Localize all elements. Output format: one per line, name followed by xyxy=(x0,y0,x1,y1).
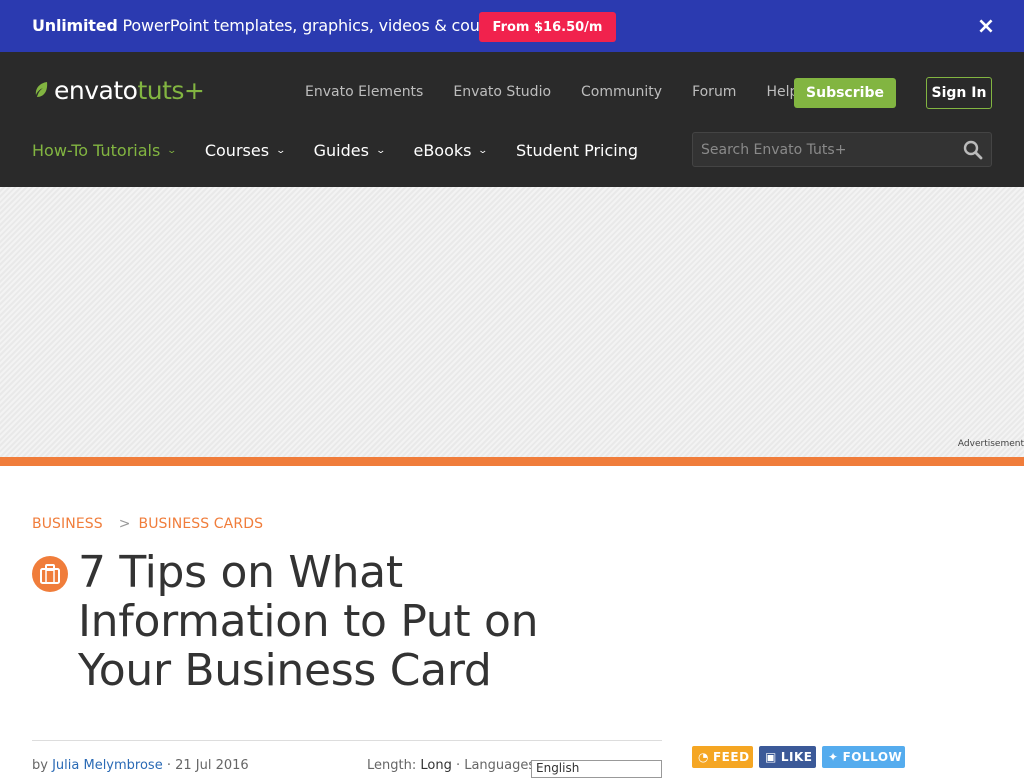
promo-body: PowerPoint templates, graphics, videos &… xyxy=(117,16,519,35)
byline-prefix: by xyxy=(32,758,53,773)
site-header: envato tuts+ Envato Elements Envato Stud… xyxy=(0,52,1024,187)
nav-label: eBooks xyxy=(413,141,472,160)
follow-button[interactable]: ✦ FOLLOW xyxy=(822,746,905,768)
language-selected: English xyxy=(536,761,580,775)
breadcrumb: BUSINESS > BUSINESS CARDS xyxy=(32,516,263,532)
search-box xyxy=(692,132,992,167)
twitter-icon: ✦ xyxy=(828,750,839,764)
envato-tuts-logo[interactable]: envato tuts+ xyxy=(32,74,205,106)
feed-label: FEED xyxy=(712,750,750,764)
nav-label: Courses xyxy=(204,141,270,160)
category-color-bar xyxy=(0,457,1024,466)
subscribe-button[interactable]: Subscribe xyxy=(794,78,896,108)
language-select[interactable]: English xyxy=(531,760,662,778)
nav-how-to-tutorials[interactable]: How-To Tutorials ⌄ xyxy=(32,141,178,160)
nav-guides[interactable]: Guides ⌄ xyxy=(313,141,386,160)
search-icon[interactable] xyxy=(963,140,983,160)
length-label: Length: xyxy=(367,758,421,773)
byline: by Julia Melymbrose · 21 Jul 2016 xyxy=(32,758,249,773)
advertisement-area: Advertisement xyxy=(0,187,1024,457)
author-link[interactable]: Julia Melymbrose xyxy=(52,758,163,773)
chevron-down-icon: ⌄ xyxy=(275,145,287,156)
leaf-icon xyxy=(35,82,48,97)
sign-in-button[interactable]: Sign In xyxy=(926,77,992,109)
nav-courses[interactable]: Courses ⌄ xyxy=(204,141,287,160)
top-link-envato-elements[interactable]: Envato Elements xyxy=(305,84,423,100)
top-link-forum[interactable]: Forum xyxy=(692,84,736,100)
breadcrumb-business-cards[interactable]: BUSINESS CARDS xyxy=(139,516,264,532)
close-icon[interactable]: × xyxy=(975,16,997,38)
nav-ebooks[interactable]: eBooks ⌄ xyxy=(413,141,489,160)
promo-text: Unlimited PowerPoint templates, graphics… xyxy=(32,16,518,35)
breadcrumb-business[interactable]: BUSINESS xyxy=(32,516,103,532)
languages-label: · Languages: xyxy=(451,758,540,773)
main-nav: How-To Tutorials ⌄ Courses ⌄ Guides ⌄ eBook… xyxy=(32,141,667,160)
follow-label: FOLLOW xyxy=(842,750,903,764)
nav-label: How-To Tutorials xyxy=(32,141,161,160)
nav-label: Guides xyxy=(313,141,369,160)
nav-student-pricing[interactable]: Student Pricing xyxy=(516,141,638,160)
feed-button[interactable]: ◔ FEED xyxy=(692,746,753,768)
chevron-down-icon: ⌄ xyxy=(375,145,386,156)
top-link-community[interactable]: Community xyxy=(581,84,662,100)
article-length: Length: Long · Languages: xyxy=(367,758,540,773)
publish-date: · 21 Jul 2016 xyxy=(162,758,249,773)
briefcase-icon xyxy=(32,556,68,592)
facebook-icon: ▣ xyxy=(765,750,777,764)
search-input[interactable] xyxy=(701,139,951,161)
logo-envato-text: envato xyxy=(54,75,138,105)
nav-label: Student Pricing xyxy=(516,141,639,160)
chevron-down-icon: ⌄ xyxy=(166,145,178,156)
article-title: 7 Tips on What Information to Put on You… xyxy=(78,547,539,696)
breadcrumb-separator: > xyxy=(118,516,131,532)
rss-icon: ◔ xyxy=(698,750,709,764)
top-link-envato-studio[interactable]: Envato Studio xyxy=(453,84,551,100)
divider xyxy=(32,740,662,741)
top-links: Envato Elements Envato Studio Community … xyxy=(305,84,828,100)
advertisement-label: Advertisement xyxy=(957,439,1024,449)
like-button[interactable]: ▣ LIKE xyxy=(759,746,816,768)
promo-banner: Unlimited PowerPoint templates, graphics… xyxy=(0,0,1024,52)
logo-tuts-text: tuts+ xyxy=(137,75,205,105)
promo-pricing-button[interactable]: From $16.50/m xyxy=(479,12,616,42)
promo-bold: Unlimited xyxy=(32,16,118,35)
like-label: LIKE xyxy=(780,750,813,764)
length-value: Long xyxy=(420,758,452,773)
chevron-down-icon: ⌄ xyxy=(477,145,489,156)
